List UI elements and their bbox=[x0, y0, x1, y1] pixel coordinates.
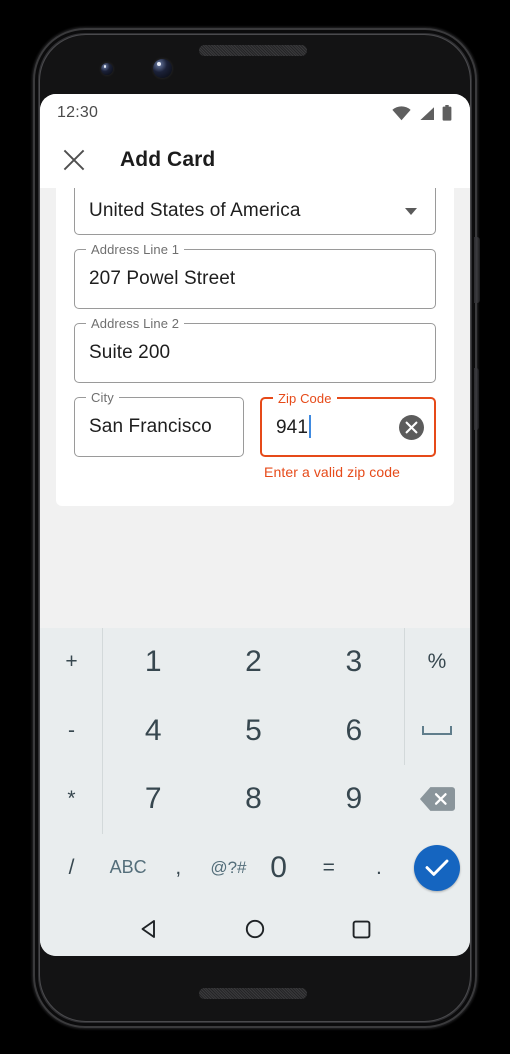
space-icon bbox=[422, 725, 452, 735]
field-zip-code-value: 941 bbox=[276, 417, 309, 438]
key-slash[interactable]: / bbox=[40, 834, 103, 903]
wifi-icon bbox=[392, 105, 411, 120]
battery-icon bbox=[442, 105, 452, 121]
enter-button-circle bbox=[414, 844, 460, 891]
keyboard-row-2: 4 5 6 bbox=[103, 697, 404, 766]
field-city-value: San Francisco bbox=[89, 416, 212, 437]
numeric-keyboard: + - * / 1 2 3 4 5 6 7 8 9 ABC , @?# 0 = … bbox=[40, 628, 470, 902]
field-address-line-2-value: Suite 200 bbox=[89, 342, 171, 363]
backspace-icon bbox=[419, 787, 455, 812]
camera-lens-icon bbox=[153, 59, 172, 78]
key-abc-switch[interactable]: ABC bbox=[103, 834, 153, 903]
key-8[interactable]: 8 bbox=[203, 765, 303, 834]
keyboard-symbols-column: + - * / bbox=[40, 628, 103, 902]
field-zip-code-label: Zip Code bbox=[273, 391, 337, 406]
app-bar: Add Card bbox=[40, 132, 470, 188]
field-address-line-1-label: Address Line 1 bbox=[86, 242, 185, 257]
camera-lens-secondary-icon bbox=[101, 63, 113, 75]
system-navigation-bar bbox=[40, 902, 470, 956]
key-3[interactable]: 3 bbox=[304, 628, 404, 697]
zip-code-error-message: Enter a valid zip code bbox=[264, 464, 401, 480]
key-equals[interactable]: = bbox=[304, 834, 354, 903]
close-button[interactable] bbox=[54, 140, 94, 180]
key-1[interactable]: 1 bbox=[103, 628, 203, 697]
volume-button[interactable] bbox=[474, 368, 479, 430]
key-plus[interactable]: + bbox=[40, 628, 103, 697]
chevron-down-icon bbox=[405, 207, 417, 215]
key-4[interactable]: 4 bbox=[103, 697, 203, 766]
address-form-sheet: United States of America Address Line 1 … bbox=[56, 188, 454, 506]
check-icon bbox=[425, 859, 449, 877]
field-zip-code-value-wrap: 941 bbox=[276, 415, 312, 439]
field-address-line-2[interactable]: Address Line 2 Suite 200 bbox=[74, 316, 436, 383]
clear-icon[interactable] bbox=[399, 414, 424, 440]
bottom-speaker-grille bbox=[199, 988, 307, 999]
power-button[interactable] bbox=[474, 237, 480, 303]
key-comma[interactable]: , bbox=[153, 834, 203, 903]
recents-square-icon[interactable] bbox=[352, 920, 371, 939]
key-asterisk[interactable]: * bbox=[40, 765, 103, 834]
field-country[interactable]: United States of America bbox=[74, 188, 436, 235]
earpiece-speaker-grille bbox=[199, 45, 307, 56]
status-bar-icons bbox=[392, 105, 452, 121]
field-address-line-1-value: 207 Powel Street bbox=[89, 268, 236, 289]
field-city-label: City bbox=[86, 390, 119, 405]
field-city[interactable]: City San Francisco bbox=[74, 390, 244, 457]
keyboard-row-3: 7 8 9 bbox=[103, 765, 404, 834]
status-bar: 12:30 bbox=[40, 94, 470, 132]
field-zip-code[interactable]: Zip Code 941 bbox=[260, 391, 436, 457]
key-6[interactable]: 6 bbox=[304, 697, 404, 766]
field-address-line-2-label: Address Line 2 bbox=[86, 316, 185, 331]
key-space[interactable] bbox=[404, 697, 470, 766]
phone-screen: 12:30 Add Card United States of America … bbox=[40, 94, 470, 956]
keyboard-digits-grid: 1 2 3 4 5 6 7 8 9 ABC , @?# 0 = . bbox=[103, 628, 404, 902]
key-percent[interactable]: % bbox=[404, 628, 470, 697]
field-country-value: United States of America bbox=[89, 200, 301, 221]
key-5[interactable]: 5 bbox=[203, 697, 303, 766]
key-9[interactable]: 9 bbox=[304, 765, 404, 834]
key-symbols[interactable]: @?# bbox=[203, 834, 253, 903]
key-enter[interactable] bbox=[404, 834, 470, 903]
key-backspace[interactable] bbox=[404, 765, 470, 834]
home-circle-icon[interactable] bbox=[245, 919, 265, 939]
field-address-line-1[interactable]: Address Line 1 207 Powel Street bbox=[74, 242, 436, 309]
text-caret bbox=[309, 415, 312, 438]
zip-code-group: Zip Code 941 Enter a valid zip code bbox=[260, 391, 436, 480]
close-icon bbox=[63, 149, 85, 171]
cellular-signal-icon bbox=[420, 106, 434, 120]
key-2[interactable]: 2 bbox=[203, 628, 303, 697]
key-7[interactable]: 7 bbox=[103, 765, 203, 834]
city-zip-row: City San Francisco Zip Code 941 Enter a … bbox=[74, 390, 436, 480]
key-0[interactable]: 0 bbox=[254, 834, 304, 903]
keyboard-row-4: ABC , @?# 0 = . bbox=[103, 834, 404, 903]
page-title: Add Card bbox=[120, 148, 216, 171]
key-period[interactable]: . bbox=[354, 834, 404, 903]
keyboard-right-column: % bbox=[404, 628, 470, 902]
status-bar-clock: 12:30 bbox=[57, 104, 99, 121]
clear-x-icon bbox=[405, 421, 418, 433]
key-minus[interactable]: - bbox=[40, 697, 103, 766]
keyboard-row-1: 1 2 3 bbox=[103, 628, 404, 697]
back-triangle-icon[interactable] bbox=[139, 919, 159, 939]
